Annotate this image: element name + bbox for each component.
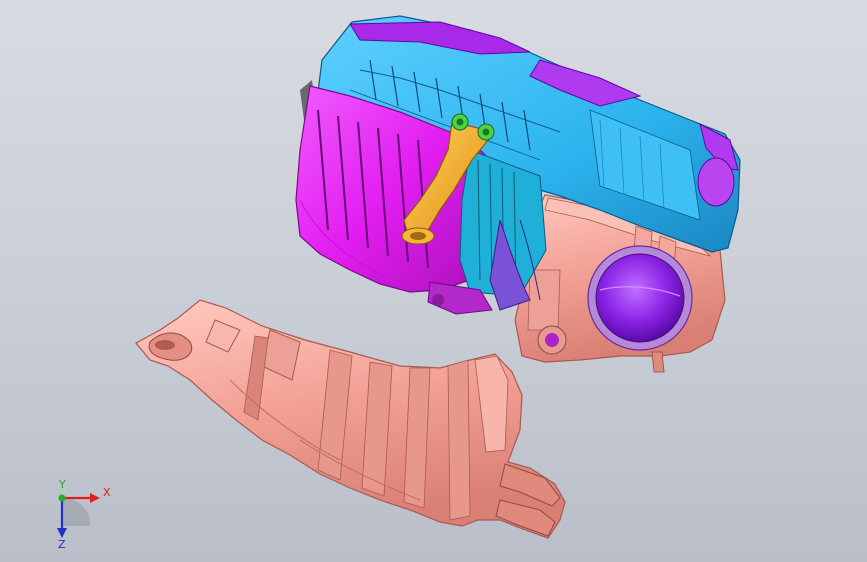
x-axis-arrow: [90, 493, 100, 503]
z-axis-label: Z: [58, 538, 66, 550]
outlet-port-part[interactable]: [587, 245, 693, 351]
z-axis-arrow: [57, 528, 67, 538]
y-axis-label: Y: [58, 478, 66, 491]
intake-duct-part[interactable]: [135, 299, 566, 539]
assembly-model[interactable]: [0, 0, 867, 562]
cad-3d-viewport[interactable]: X Y Z: [0, 0, 867, 562]
reference-triad: X Y Z: [40, 478, 120, 551]
x-axis-label: X: [103, 486, 111, 499]
triad-shadow: [62, 498, 91, 526]
y-axis-dot: [58, 494, 66, 502]
